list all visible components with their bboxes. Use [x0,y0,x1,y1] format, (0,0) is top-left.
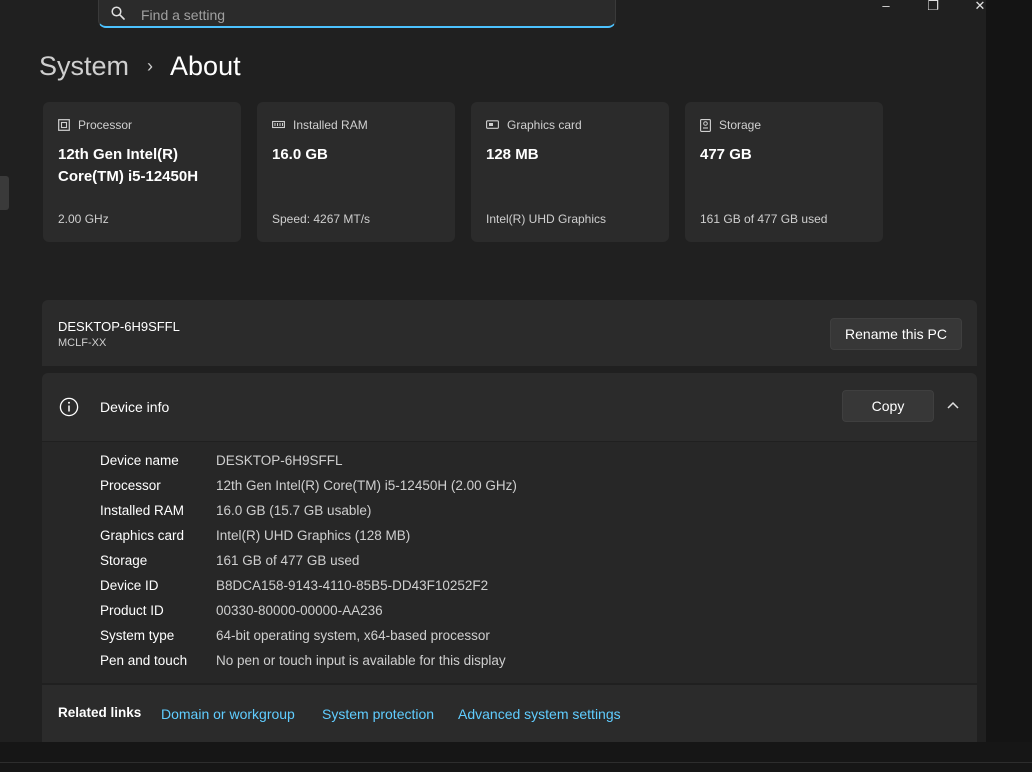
ram-icon [272,120,285,129]
info-value: 64-bit operating system, x64-based proce… [216,628,490,643]
spec-card-storage: Storage 477 GB 161 GB of 477 GB used [685,102,883,242]
info-row-graphics-card: Graphics card Intel(R) UHD Graphics (128… [100,528,410,548]
info-label: Graphics card [100,528,185,543]
info-value: Intel(R) UHD Graphics (128 MB) [216,528,411,543]
graphics-card-icon [486,120,499,129]
spec-detail: Speed: 4267 MT/s [272,212,371,226]
spec-detail: 2.00 GHz [58,212,109,226]
info-value: 16.0 GB (15.7 GB usable) [216,503,372,518]
info-row-processor: Processor 12th Gen Intel(R) Core(TM) i5-… [100,478,517,498]
info-row-system-type: System type 64-bit operating system, x64… [100,628,490,648]
page-title: About [170,50,241,81]
minimize-button[interactable]: – [866,0,906,16]
info-row-device-id: Device ID B8DCA158-9143-4110-85B5-DD43F1… [100,578,488,598]
spec-detail: Intel(R) UHD Graphics [486,212,607,226]
rename-pc-button[interactable]: Rename this PC [830,318,962,350]
pc-model: MCLF-XX [58,337,107,349]
spec-value: 16.0 GB [272,146,328,163]
settings-window: – ❐ ✕ System › About Processor 12th Gen … [0,0,986,742]
spec-card-graphics: Graphics card 128 MB Intel(R) UHD Graphi… [471,102,669,242]
pc-name: DESKTOP-6H9SFFL [58,319,180,334]
info-value: 161 GB of 477 GB used [216,553,360,568]
copy-button[interactable]: Copy [842,390,934,422]
info-value: 12th Gen Intel(R) Core(TM) i5-12450H (2.… [216,478,517,493]
info-label: Device name [100,453,179,468]
spec-card-processor: Processor 12th Gen Intel(R) Core(TM) i5-… [43,102,241,242]
search-input[interactable] [139,4,603,26]
nav-pane-handle[interactable] [0,176,9,210]
breadcrumb-system[interactable]: System [39,51,129,82]
device-info-title: Device info [100,399,170,415]
link-domain-workgroup[interactable]: Domain or workgroup [161,706,295,722]
spec-label: Processor [78,118,133,132]
pc-name-row: DESKTOP-6H9SFFL MCLF-XX Rename this PC [42,300,977,366]
info-label: System type [100,628,175,643]
chevron-right-icon: › [147,55,154,76]
info-value: No pen or touch input is available for t… [216,653,506,668]
spec-detail: 161 GB of 477 GB used [700,212,828,226]
processor-icon [58,119,70,131]
spec-value: 477 GB [700,146,752,163]
chevron-up-icon[interactable] [946,400,960,410]
spec-value: 12th Gen Intel(R) Core(TM) i5-12450H [58,146,199,185]
breadcrumb: System › About [39,48,241,84]
info-value: DESKTOP-6H9SFFL [216,453,343,468]
info-row-storage: Storage 161 GB of 477 GB used [100,553,359,573]
info-row-pen-touch: Pen and touch No pen or touch input is a… [100,653,506,673]
info-row-device-name: Device name DESKTOP-6H9SFFL [100,453,343,473]
spec-label: Storage [719,118,762,132]
storage-icon [700,118,711,132]
info-row-product-id: Product ID 00330-80000-00000-AA236 [100,603,383,623]
divider [0,762,1032,763]
info-value: 00330-80000-00000-AA236 [216,603,383,618]
spec-label: Installed RAM [293,118,368,132]
search-box[interactable] [98,0,616,28]
related-links-title: Related links [58,705,142,720]
device-info-header[interactable]: Device info Copy [42,373,977,441]
maximize-button[interactable]: ❐ [913,0,953,16]
taskbar-edge [0,742,1032,772]
spec-label: Graphics card [507,118,582,132]
info-icon [59,397,79,417]
device-info-details: Device name DESKTOP-6H9SFFL Processor 12… [42,442,977,683]
info-label: Device ID [100,578,159,593]
info-label: Installed RAM [100,503,185,518]
info-row-installed-ram: Installed RAM 16.0 GB (15.7 GB usable) [100,503,371,523]
info-value: B8DCA158-9143-4110-85B5-DD43F10252F2 [216,578,489,593]
info-label: Pen and touch [100,653,188,668]
info-label: Storage [100,553,148,568]
link-advanced-system-settings[interactable]: Advanced system settings [458,706,621,722]
search-icon [111,6,125,20]
related-links: Related links Domain or workgroup System… [42,685,977,742]
spec-card-ram: Installed RAM 16.0 GB Speed: 4267 MT/s [257,102,455,242]
spec-value: 128 MB [486,146,539,163]
info-label: Product ID [100,603,164,618]
link-system-protection[interactable]: System protection [322,706,434,722]
info-label: Processor [100,478,161,493]
background-strip [986,0,1032,772]
